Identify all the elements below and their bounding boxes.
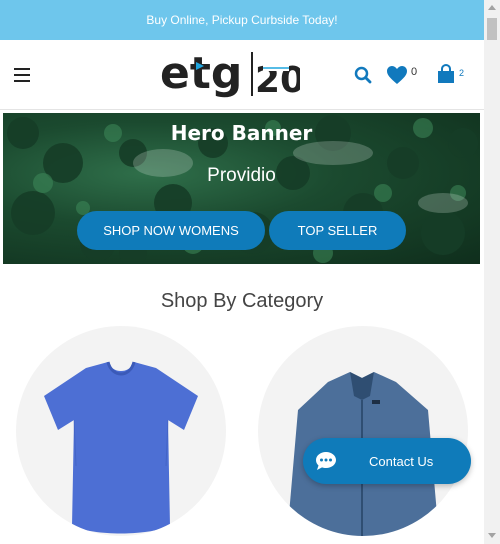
scrollbar[interactable] [484, 0, 500, 544]
contact-us-label: Contact Us [369, 454, 434, 469]
scroll-up-arrow-icon[interactable] [488, 5, 496, 10]
scroll-down-arrow-icon[interactable] [488, 533, 496, 538]
tshirt-image [44, 361, 198, 534]
jacket-image [288, 372, 438, 536]
cart-count: 2 [459, 68, 465, 78]
contact-us-button[interactable]: Contact Us [303, 438, 471, 484]
shop-now-womens-button[interactable]: SHOP NOW WOMENS [77, 211, 265, 250]
hero-title: Hero Banner [170, 121, 313, 145]
wishlist-count: 0 [411, 66, 418, 78]
heart-icon[interactable] [386, 65, 408, 85]
section-title: Shop By Category [160, 290, 324, 312]
hero-subtitle: Providio [207, 165, 276, 186]
category-jacket[interactable] [258, 326, 468, 536]
hero-banner: Hero Banner Providio SHOP NOW WOMENS TOP… [3, 113, 480, 264]
scroll-thumb[interactable] [487, 18, 497, 40]
menu-icon[interactable] [14, 68, 30, 82]
top-seller-button[interactable]: TOP SELLER [269, 211, 406, 250]
etg-logo[interactable]: etg 20 [160, 44, 300, 106]
search-icon[interactable] [354, 66, 372, 84]
shopping-bag-icon[interactable] [436, 64, 456, 84]
category-tshirt[interactable] [16, 326, 226, 536]
site-header: etg 20 0 2 [0, 40, 484, 110]
announcement-bar: Buy Online, Pickup Curbside Today! [0, 0, 484, 40]
logo-text: etg [160, 48, 242, 99]
chat-bubble-icon [316, 452, 336, 470]
announcement-text: Buy Online, Pickup Curbside Today! [146, 13, 338, 27]
